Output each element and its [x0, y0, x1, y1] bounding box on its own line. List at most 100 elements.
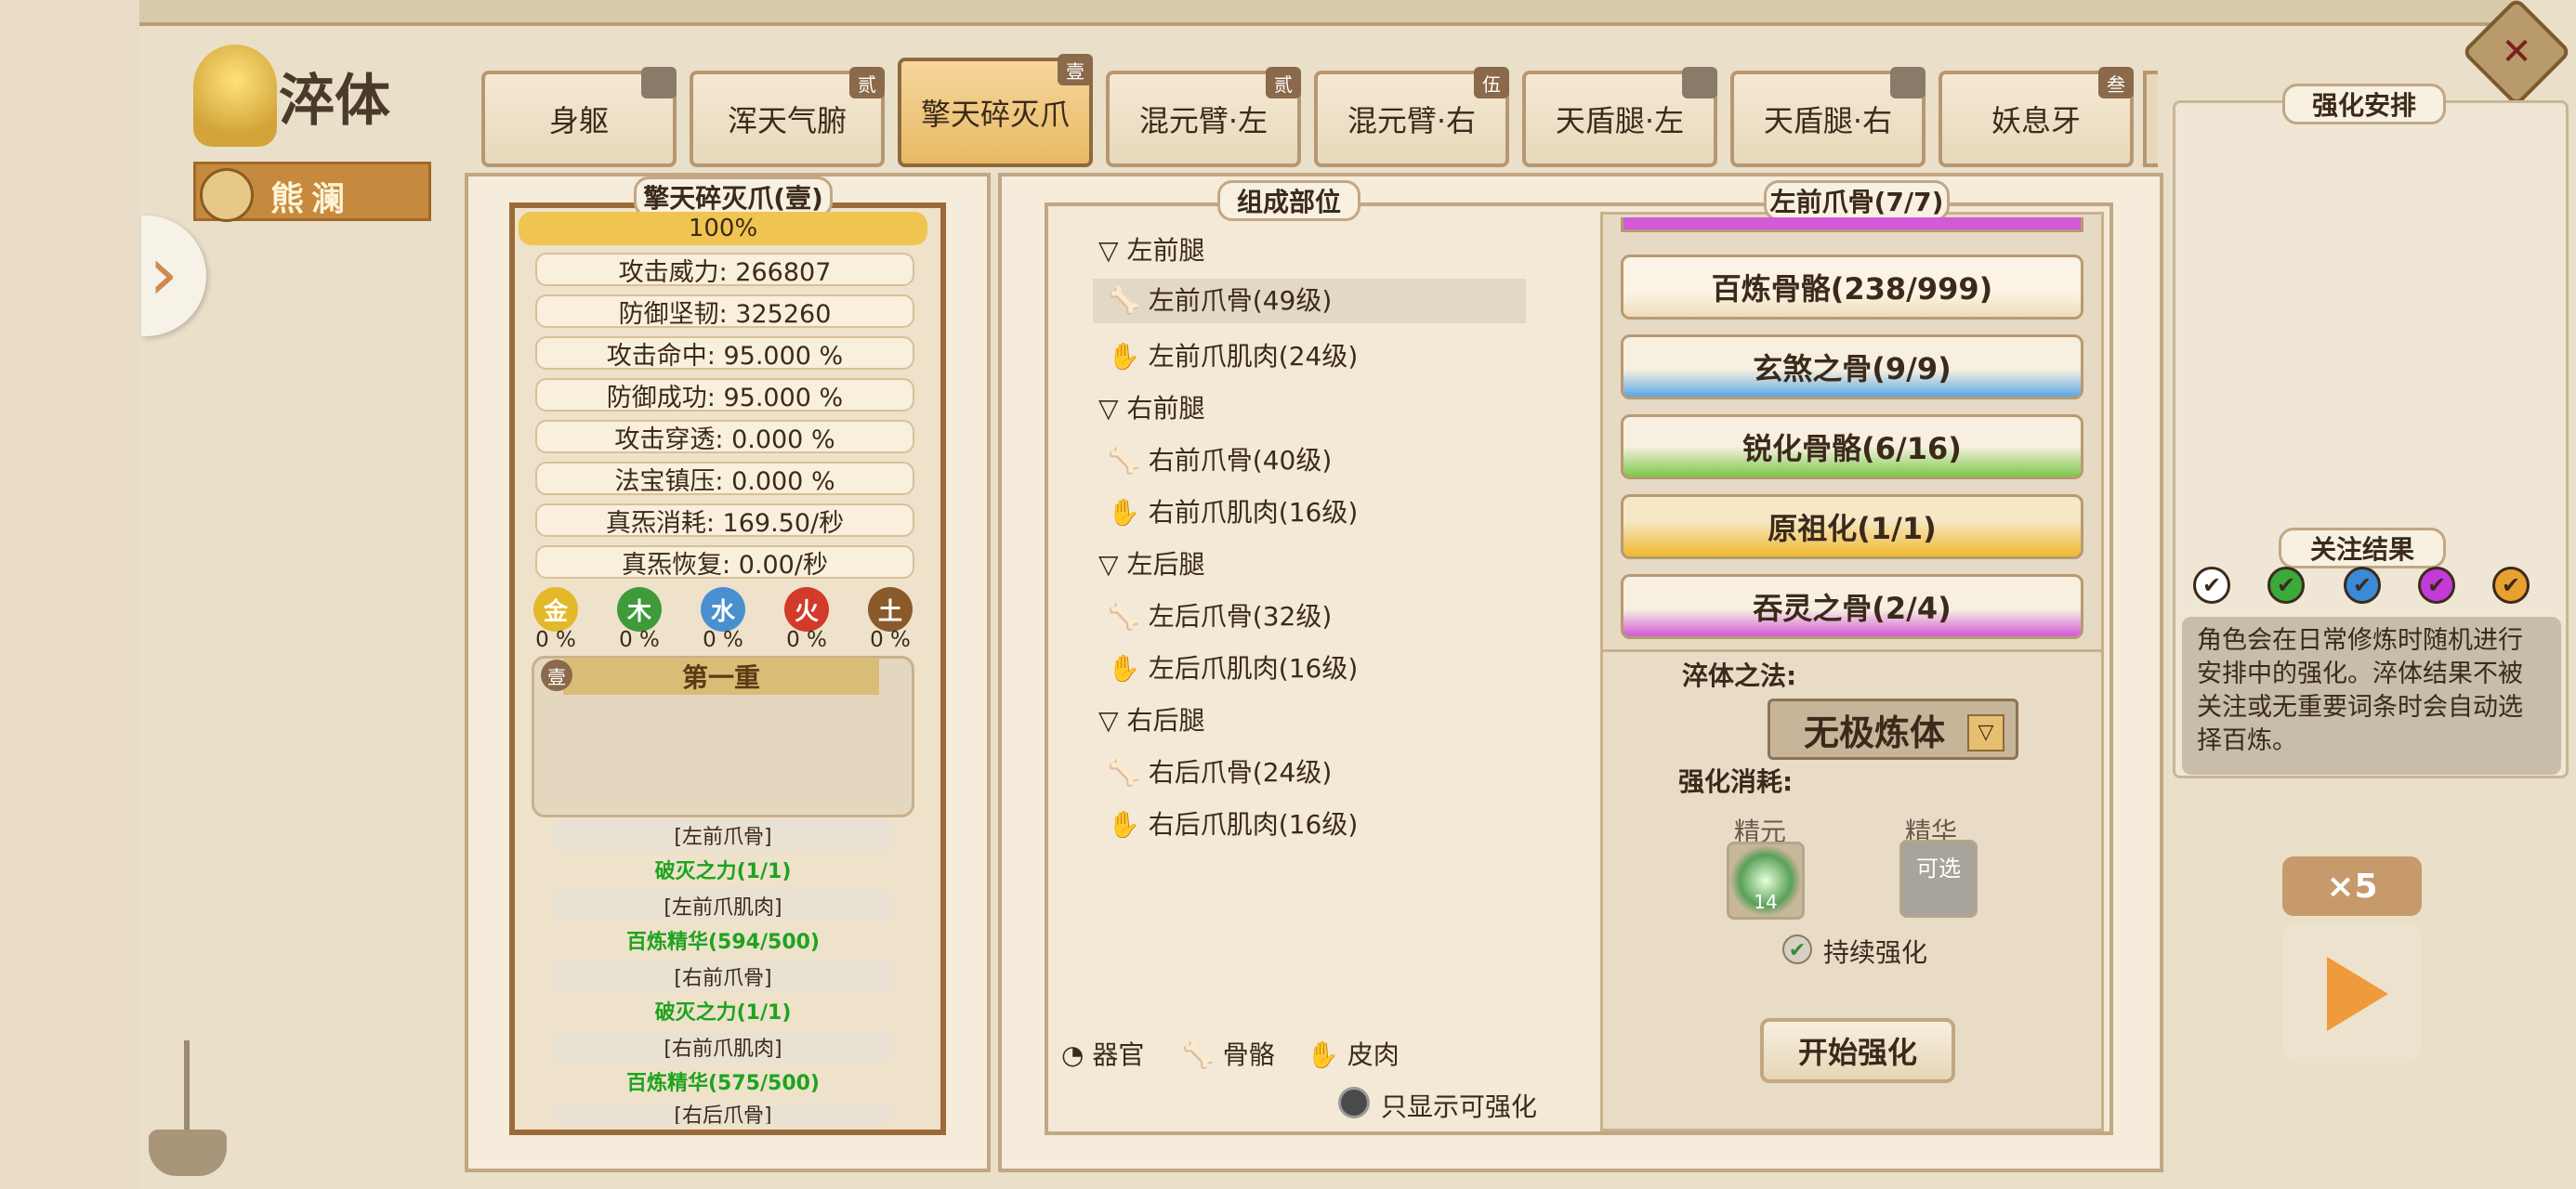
- flesh-icon: ✋: [1108, 497, 1140, 528]
- tree-item-label: 右前爪肌肉(16级): [1148, 497, 1359, 528]
- continuous-checkbox[interactable]: ✔: [1782, 934, 1812, 964]
- organ-icon: ◔: [1061, 1039, 1084, 1070]
- tree-item-label: 左前爪骨(49级): [1148, 285, 1333, 316]
- tree-item-label: 左后爪肌肉(16级): [1148, 653, 1359, 684]
- legend-label: 骨骼: [1222, 1039, 1275, 1070]
- tree-item-label: 左前爪肌肉(24级): [1148, 341, 1359, 372]
- bonus-effect: 百炼精华(575/500): [626, 1072, 820, 1095]
- bone-icon: 🦴: [1108, 757, 1140, 788]
- multiplier-button[interactable]: ×5: [2282, 856, 2422, 916]
- tab-badge: 壹: [1058, 54, 1093, 85]
- chevron-right-icon: ›: [149, 230, 178, 317]
- tree-item[interactable]: 🦴 右后爪骨(24级): [1108, 752, 1332, 790]
- legend-label: 皮肉: [1347, 1039, 1400, 1070]
- tree-item[interactable]: 🦴 右前爪骨(40级): [1108, 440, 1332, 477]
- play-button[interactable]: [2282, 923, 2422, 1063]
- flesh-icon: ✋: [1307, 1039, 1339, 1070]
- tab-leg-left[interactable]: 天盾腿·左: [1522, 67, 1717, 167]
- bonus-part: [右前爪肌肉]: [554, 1031, 892, 1063]
- option-button[interactable]: 百炼骨骼(238/999): [1621, 255, 2083, 320]
- tree-group[interactable]: ▽ 右后腿: [1098, 700, 1204, 738]
- layer-title: 第一重: [563, 658, 879, 695]
- tree-item[interactable]: ✋ 右前爪肌肉(16级): [1108, 492, 1358, 529]
- element-pct: 0 %: [870, 628, 911, 652]
- element-wood-icon: 木: [617, 587, 662, 632]
- detail-title: 左前爪骨(7/7): [1764, 180, 1950, 221]
- focus-orange-checkbox[interactable]: ✔: [2492, 567, 2530, 604]
- page-title: 淬体: [279, 69, 390, 134]
- method-label: 淬体之法:: [1682, 660, 1797, 691]
- flesh-icon: ✋: [1108, 809, 1140, 840]
- tab-badge-icon: [1682, 67, 1717, 98]
- tree-group[interactable]: ▽ 左后腿: [1098, 544, 1204, 581]
- tab-leg-right[interactable]: 天盾腿·右: [1730, 67, 1925, 167]
- tab-fang[interactable]: 妖息牙叁: [1939, 67, 2134, 167]
- tree-group-label: 右后腿: [1126, 705, 1205, 736]
- stat-row: 攻击穿透: 0.000 %: [535, 420, 914, 454]
- arrange-title: 强化安排: [2282, 84, 2446, 124]
- bone-icon: 🦴: [1108, 601, 1140, 632]
- tab-qifu[interactable]: 浑天气腑贰: [690, 67, 885, 167]
- focus-white-checkbox[interactable]: ✔: [2193, 567, 2230, 604]
- essence-icon[interactable]: 14: [1727, 842, 1805, 920]
- legend-organ: ◔ 器官: [1061, 1035, 1144, 1072]
- tree-item-label: 右前爪骨(40级): [1148, 445, 1333, 476]
- progress-bar: 100%: [519, 212, 927, 245]
- character-name: 熊澜: [270, 180, 353, 218]
- tab-label: 身躯: [548, 103, 609, 138]
- element-fire-icon: 火: [784, 587, 829, 632]
- tab-label: 天盾腿·左: [1555, 103, 1685, 138]
- tree-item[interactable]: ✋ 左后爪肌肉(16级): [1108, 648, 1358, 686]
- filter-toggle[interactable]: [1338, 1087, 1370, 1118]
- method-dropdown[interactable]: 无极炼体 ▽: [1768, 699, 2018, 760]
- focus-blue-checkbox[interactable]: ✔: [2344, 567, 2381, 604]
- tree-item-label: 右后爪骨(24级): [1148, 757, 1333, 788]
- stat-row: 防御成功: 95.000 %: [535, 378, 914, 412]
- layer-badge: 壹: [541, 660, 572, 691]
- tab-badge: 伍: [1474, 67, 1509, 98]
- option-button[interactable]: 原祖化(1/1): [1621, 494, 2083, 559]
- cost1-count: 14: [1754, 891, 1778, 913]
- stat-row: 防御坚韧: 325260: [535, 294, 914, 329]
- cost-label: 强化消耗:: [1678, 766, 1794, 797]
- focus-green-checkbox[interactable]: ✔: [2267, 567, 2305, 604]
- bone-icon: 🦴: [1108, 285, 1140, 316]
- continuous-label: 持续强化: [1823, 937, 1928, 968]
- tree-item[interactable]: ✋ 左前爪肌肉(24级): [1108, 336, 1358, 373]
- tree-item-label: 左后爪骨(32级): [1148, 601, 1333, 632]
- character-emblem-icon: [200, 168, 254, 222]
- stat-row: 法宝镇压: 0.000 %: [535, 462, 914, 496]
- option-button[interactable]: 玄煞之骨(9/9): [1621, 334, 2083, 399]
- tab-label: 妖息牙: [1991, 103, 2081, 138]
- parts-title: 组成部位: [1217, 180, 1360, 221]
- arrange-tip: 角色会在日常修炼时随机进行安排中的强化。淬体结果不被关注或无重要词条时会自动选择…: [2182, 617, 2561, 775]
- tab-label: 混元臂·右: [1347, 103, 1477, 138]
- tree-group[interactable]: ▽ 左前腿: [1098, 230, 1204, 268]
- start-refine-button[interactable]: 开始强化: [1760, 1018, 1955, 1083]
- tree-item-selected[interactable]: 🦴 左前爪骨(49级): [1093, 279, 1526, 323]
- tab-label: 擎天碎灭爪: [920, 97, 1070, 132]
- essence-slot[interactable]: 可选: [1899, 840, 1978, 918]
- option-button[interactable]: 吞灵之骨(2/4): [1621, 574, 2083, 639]
- tab-label: 混元臂·左: [1138, 103, 1268, 138]
- tab-arm-right[interactable]: 混元臂·右 伍: [1314, 67, 1509, 167]
- tree-group-label: 左前腿: [1126, 235, 1205, 266]
- flesh-icon: ✋: [1108, 653, 1140, 684]
- focus-purple-checkbox[interactable]: ✔: [2418, 567, 2455, 604]
- tree-group[interactable]: ▽ 右前腿: [1098, 388, 1204, 425]
- tree-item[interactable]: 🦴 左后爪骨(32级): [1108, 596, 1332, 634]
- stat-row: 真炁消耗: 169.50/秒: [535, 503, 914, 538]
- tab-claw[interactable]: 擎天碎灭爪 壹: [898, 54, 1093, 167]
- legend-bone: 🦴 骨骼: [1182, 1035, 1275, 1072]
- tree-item[interactable]: ✋ 右后爪肌肉(16级): [1108, 804, 1358, 842]
- element-pct: 0 %: [535, 628, 576, 652]
- incense-burner-icon: [145, 1040, 230, 1180]
- tab-body[interactable]: 身躯: [481, 67, 677, 167]
- option-button[interactable]: 锐化骨骼(6/16): [1621, 414, 2083, 479]
- focus-title: 关注结果: [2279, 528, 2446, 568]
- character-tag[interactable]: 熊澜: [193, 162, 431, 222]
- tree-group-label: 右前腿: [1126, 393, 1205, 424]
- element-pct: 0 %: [786, 628, 827, 652]
- tab-label: 天盾腿·右: [1763, 103, 1893, 138]
- tab-arm-left[interactable]: 混元臂·左 贰: [1106, 67, 1301, 167]
